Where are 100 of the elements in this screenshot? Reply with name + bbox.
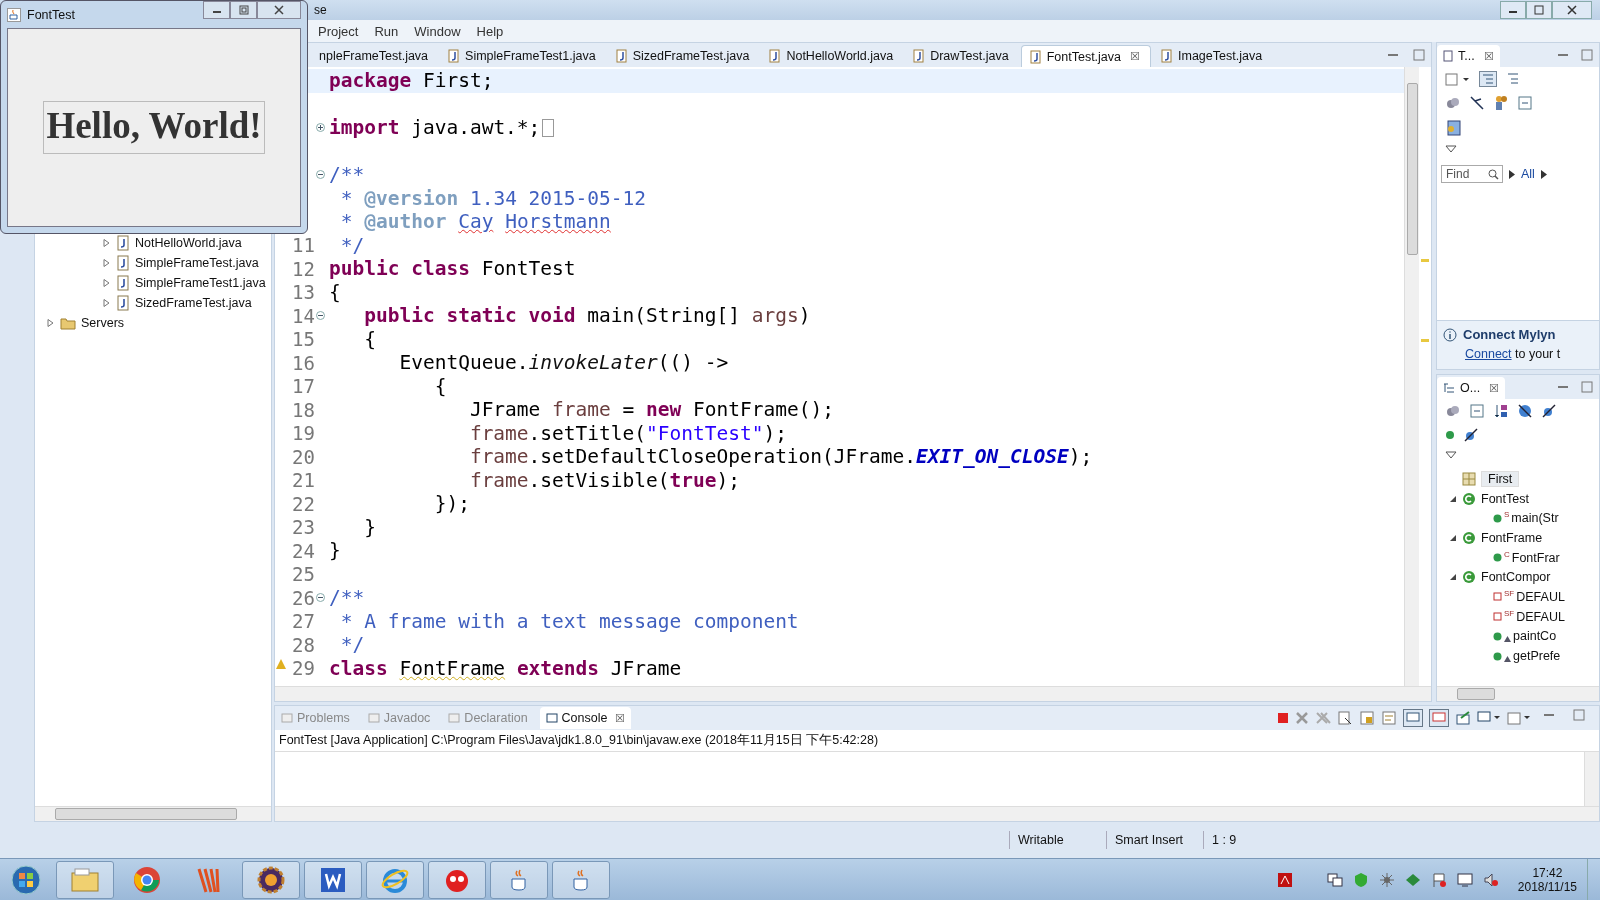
- outline-item[interactable]: DEFAUL: [1516, 589, 1565, 604]
- people-icon[interactable]: [1493, 95, 1509, 111]
- collapse-all-icon[interactable]: [1517, 95, 1533, 111]
- outline-tab[interactable]: O... ☒: [1437, 377, 1506, 399]
- maximize-icon: [238, 5, 249, 15]
- remove-all-icon[interactable]: [1315, 711, 1331, 725]
- tree-item[interactable]: Servers: [81, 316, 125, 330]
- sun-icon[interactable]: [1378, 872, 1395, 888]
- maximize-view-icon[interactable]: [1581, 49, 1593, 61]
- maximize-view-icon[interactable]: [1573, 709, 1585, 721]
- network-icon[interactable]: [1326, 872, 1343, 888]
- categorized-icon[interactable]: [1479, 71, 1497, 87]
- outline-item[interactable]: FontCompor: [1481, 570, 1551, 585]
- outline-item[interactable]: main(Str: [1511, 511, 1559, 526]
- focus-icon[interactable]: [1445, 403, 1461, 419]
- repository-icon[interactable]: [1445, 119, 1463, 137]
- connect-link[interactable]: Connect: [1465, 347, 1512, 361]
- tree-item[interactable]: SimpleFrameTest.java: [135, 256, 259, 270]
- word-wrap-icon[interactable]: [1381, 710, 1397, 726]
- menu-item[interactable]: Help: [468, 21, 512, 41]
- minimize-button[interactable]: [203, 1, 230, 19]
- clear-console-icon[interactable]: [1337, 710, 1353, 726]
- tree-item[interactable]: SimpleFrameTest1.java: [135, 276, 266, 290]
- vertical-scrollbar[interactable]: [1584, 752, 1599, 806]
- diamond-icon[interactable]: [1404, 872, 1421, 888]
- outline-item[interactable]: DEFAUL: [1516, 609, 1565, 624]
- hide-static-icon[interactable]: [1541, 403, 1557, 419]
- play-arrow-icon[interactable]: [1509, 169, 1515, 179]
- volume-muted-icon[interactable]: [1482, 872, 1499, 888]
- vertical-scrollbar[interactable]: [1404, 67, 1419, 686]
- view-icon: [367, 712, 380, 724]
- outline-item[interactable]: First: [1481, 470, 1520, 487]
- new-task-icon[interactable]: [1445, 71, 1471, 87]
- remove-launch-icon[interactable]: [1295, 711, 1309, 725]
- sort-icon[interactable]: [1493, 403, 1509, 419]
- expand-icon[interactable]: [316, 123, 325, 133]
- editor-tab[interactable]: npleFrameTest.java: [311, 45, 439, 67]
- collapse-icon[interactable]: [316, 311, 325, 321]
- scroll-lock-icon[interactable]: [1359, 710, 1375, 726]
- pin-console-icon[interactable]: [1455, 710, 1471, 726]
- package-icon: [1461, 470, 1477, 487]
- line-number: 26: [292, 586, 315, 609]
- java-file-icon: [116, 295, 130, 311]
- expand-arrow-icon[interactable]: [1449, 494, 1457, 503]
- expand-arrow-icon[interactable]: [1449, 533, 1457, 542]
- menu-item[interactable]: Window: [406, 21, 469, 41]
- outline-item[interactable]: getPrefe: [1513, 649, 1561, 664]
- close-button[interactable]: [1552, 1, 1592, 19]
- outline-item[interactable]: FontFrar: [1511, 550, 1560, 565]
- view-menu-icon[interactable]: [1445, 451, 1457, 459]
- taskbar-button[interactable]: [428, 861, 486, 899]
- minimize-button[interactable]: [1500, 1, 1526, 19]
- editor-tab[interactable]: FontTest.java ☒: [1020, 45, 1151, 67]
- horizontal-scrollbar[interactable]: [275, 806, 1599, 821]
- all-filter-link[interactable]: All: [1521, 167, 1535, 181]
- folded-code-marker[interactable]: [542, 118, 555, 137]
- maximize-view-icon[interactable]: [1581, 381, 1593, 393]
- pdf-reader-icon[interactable]: [1276, 872, 1293, 888]
- tree-item[interactable]: SizedFrameTest.java: [135, 296, 252, 310]
- task-list-tab[interactable]: T... ☒: [1437, 45, 1500, 67]
- expand-arrow-icon[interactable]: [1449, 573, 1457, 582]
- view-menu-icon[interactable]: [1445, 145, 1457, 153]
- editor-tab[interactable]: SimpleFrameTest1.java: [440, 45, 606, 67]
- hide-local-icon[interactable]: [1463, 427, 1479, 443]
- editor-tab[interactable]: ImageTest.java: [1153, 45, 1273, 67]
- editor-tab[interactable]: DrawTest.java: [905, 45, 1019, 67]
- outline-item[interactable]: FontFrame: [1481, 530, 1543, 545]
- member-filter-icon[interactable]: [1445, 430, 1455, 440]
- show-on-error-icon[interactable]: [1429, 709, 1449, 727]
- collapse-icon[interactable]: [316, 170, 325, 180]
- find-field[interactable]: Find: [1441, 165, 1503, 183]
- collapse-icon[interactable]: [316, 593, 325, 603]
- taskbar-button[interactable]: [304, 861, 362, 899]
- menu-item[interactable]: Project: [310, 21, 367, 41]
- monitor-icon[interactable]: [1456, 872, 1473, 888]
- menu-item[interactable]: Run: [366, 21, 407, 41]
- stop-icon[interactable]: [1277, 712, 1289, 724]
- line-number: 18: [292, 398, 315, 421]
- editor-tab[interactable]: NotHelloWorld.java: [761, 45, 904, 67]
- horizontal-scrollbar[interactable]: [275, 686, 1431, 701]
- outline-item[interactable]: FontTest: [1481, 491, 1529, 506]
- hide-fields-icon[interactable]: [1517, 403, 1533, 419]
- clock[interactable]: 17:42 2018/11/15: [1517, 866, 1577, 894]
- hide-completed-icon[interactable]: [1469, 95, 1485, 111]
- console-tab[interactable]: Console ☒: [539, 707, 632, 729]
- scheduled-icon[interactable]: [1505, 71, 1521, 87]
- play-arrow-icon[interactable]: [1540, 169, 1547, 179]
- maximize-view-icon[interactable]: [1413, 49, 1425, 61]
- outline-item[interactable]: paintCo: [1513, 629, 1557, 644]
- horizontal-scrollbar[interactable]: [35, 806, 271, 821]
- focus-icon[interactable]: [1445, 95, 1461, 111]
- tree-item[interactable]: NotHelloWorld.java: [135, 236, 242, 250]
- taskbar-button[interactable]: [242, 861, 300, 899]
- show-on-output-icon[interactable]: [1403, 709, 1423, 727]
- flag-icon[interactable]: [1430, 872, 1447, 888]
- horizontal-scrollbar[interactable]: [1437, 686, 1599, 701]
- code-editor[interactable]: [275, 67, 1431, 686]
- open-console-icon[interactable]: [1507, 710, 1531, 726]
- editor-tab[interactable]: SizedFrameTest.java: [607, 45, 760, 67]
- collapse-all-icon[interactable]: [1469, 403, 1485, 419]
